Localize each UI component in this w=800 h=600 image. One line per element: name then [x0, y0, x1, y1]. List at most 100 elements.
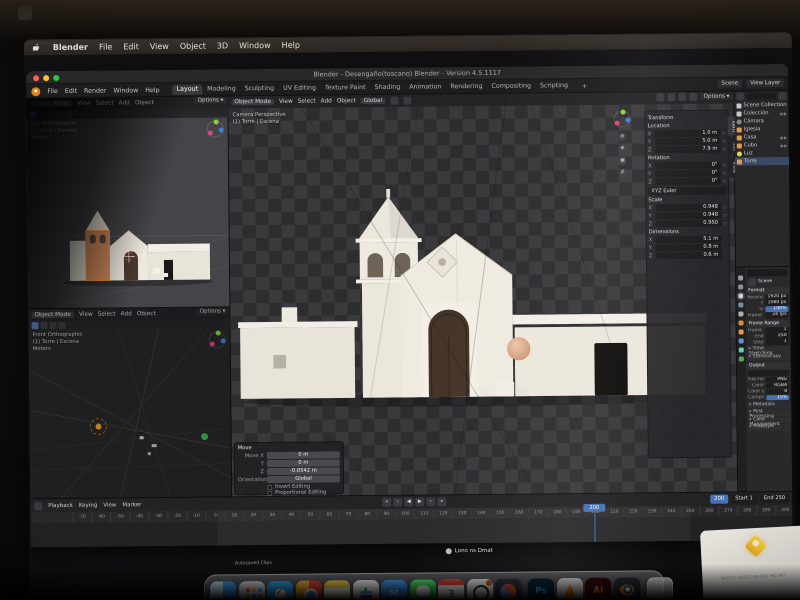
toggle-perspective-icon[interactable]: #	[618, 169, 627, 178]
workspace-tab[interactable]: Modeling	[203, 84, 240, 94]
lock-icon[interactable]: ○	[722, 131, 726, 136]
viewport-menu-view[interactable]: View	[77, 101, 91, 107]
proportional-editing-icon[interactable]	[403, 97, 411, 105]
topbar-menu-item[interactable]: Window	[113, 87, 138, 94]
location-field[interactable]: Y5.0 m○	[648, 138, 726, 146]
workspace-tab[interactable]: Layout	[173, 85, 203, 95]
mode-dropdown[interactable]: Object Mode	[29, 101, 72, 107]
viewport-menu-object[interactable]: Object	[337, 98, 356, 104]
dimension-field[interactable]: Y0.8 m○	[649, 244, 727, 252]
collapsed-section[interactable]: Post Processing	[747, 409, 790, 416]
menubar-item[interactable]: Help	[282, 41, 300, 50]
properties-tab-icon[interactable]	[738, 275, 743, 280]
outliner-editor[interactable]: Scene Collection Colección ◉◉	[734, 91, 790, 268]
clock-editor-icon[interactable]	[34, 502, 42, 510]
viewport-menu-select[interactable]: Select	[98, 311, 116, 317]
rotation-field[interactable]: Z0°○	[648, 178, 726, 186]
transform-panel-title[interactable]: Transform	[648, 115, 726, 122]
menubar-item[interactable]: Window	[239, 41, 271, 50]
output-path-field[interactable]	[748, 370, 789, 376]
dock-icon[interactable]	[295, 575, 321, 600]
apple-icon[interactable]	[33, 43, 42, 52]
properties-tab-icon[interactable]	[738, 311, 743, 316]
viewport-menu-add[interactable]: Add	[121, 311, 132, 317]
dock-icon[interactable]: 3	[438, 574, 464, 600]
dock-icon[interactable]	[466, 574, 492, 600]
menubar-item[interactable]: Edit	[123, 42, 139, 51]
dock-icon[interactable]	[556, 573, 582, 600]
property-row[interactable]: Color Depth8	[747, 388, 790, 394]
shading-rendered-icon[interactable]	[690, 93, 698, 101]
dock-icon[interactable]	[523, 574, 525, 600]
viewport-canvas[interactable]: Top Orthographic (1) Torre | Escena Mete…	[27, 117, 231, 309]
playback-control-button[interactable]: ▶	[415, 498, 424, 507]
snap-magnet-icon[interactable]	[390, 97, 398, 105]
topbar-menu-item[interactable]: File	[47, 88, 58, 95]
topbar-menu-item[interactable]: Render	[84, 87, 106, 94]
orientation-row[interactable]: Orientation Global	[238, 475, 340, 483]
lock-icon[interactable]: ○	[723, 221, 727, 226]
outliner-search-input[interactable]	[746, 93, 776, 99]
scale-field[interactable]: Z0.950○	[649, 220, 727, 228]
view-layer-selector[interactable]: View Layer	[746, 79, 784, 87]
workspace-tab[interactable]: Texture Paint	[321, 83, 370, 93]
rotation-mode-dropdown[interactable]: XYZ Euler	[648, 187, 726, 196]
dock-icon[interactable]	[267, 576, 293, 600]
operator-field[interactable]: Z-0.0542 m	[238, 467, 340, 475]
playback-control-button[interactable]: «	[382, 498, 391, 507]
playback-control-button[interactable]: »	[437, 497, 446, 506]
menubar-item[interactable]: File	[99, 42, 112, 51]
lock-icon[interactable]: ○	[722, 139, 726, 144]
viewport-menu-add[interactable]: Add	[119, 100, 130, 106]
lock-icon[interactable]: ○	[723, 163, 727, 168]
properties-tab-icon[interactable]	[739, 347, 744, 352]
move-tool-icon[interactable]	[47, 111, 54, 118]
view-menu[interactable]: View	[103, 502, 116, 508]
editor-type-icon[interactable]	[736, 92, 744, 100]
playback-control-button[interactable]: ◀	[404, 498, 413, 507]
workspace-tab[interactable]: Shading	[371, 83, 405, 93]
dimension-field[interactable]: X5.1 m○	[649, 236, 727, 244]
dock-icon[interactable]	[352, 575, 378, 600]
viewport-menu-select[interactable]: Select	[298, 99, 316, 105]
lock-icon[interactable]: ○	[722, 147, 726, 152]
workspace-tab[interactable]: UV Editing	[279, 83, 320, 93]
location-field[interactable]: Z7.9 m○	[648, 146, 726, 154]
properties-tab-icon[interactable]	[738, 293, 743, 298]
select-box-tool-icon[interactable]	[32, 322, 39, 329]
select-box-tool-icon[interactable]	[29, 111, 36, 118]
cursor-tool-icon[interactable]	[41, 322, 48, 329]
viewport-menu-view[interactable]: View	[279, 99, 293, 105]
workspace-tab[interactable]: Animation	[405, 82, 445, 92]
frame-end-field[interactable]: End 250	[760, 494, 790, 503]
dock-icon[interactable]	[642, 572, 644, 600]
visibility-toggles[interactable]: ◉◉	[780, 135, 787, 140]
filter-icon[interactable]	[778, 92, 786, 100]
viewport-canvas[interactable]: Front Orthographic (1) Torre | Escena Me…	[29, 328, 233, 499]
keying-menu[interactable]: Keying	[79, 502, 98, 508]
dock-icon[interactable]	[409, 574, 435, 600]
location-field[interactable]: X1.0 m○	[648, 130, 726, 138]
navigation-gizmo[interactable]	[209, 331, 226, 348]
options-dropdown[interactable]: Options ▾	[701, 94, 733, 100]
rotation-field[interactable]: Y0°○	[648, 170, 726, 178]
dock-icon[interactable]	[381, 575, 407, 600]
topbar-menu-item[interactable]: Edit	[65, 87, 77, 94]
menubar-item[interactable]: View	[150, 42, 169, 51]
workspace-tab[interactable]: Sculpting	[241, 84, 279, 94]
options-dropdown[interactable]: Options ▾	[197, 308, 229, 314]
playback-control-button[interactable]: ›	[426, 497, 435, 506]
dock-icon[interactable]	[324, 575, 350, 600]
properties-tab-icon[interactable]	[738, 284, 743, 289]
properties-tab-icon[interactable]	[739, 338, 744, 343]
dock-icon[interactable]	[210, 576, 236, 600]
operator-title[interactable]: Move	[238, 444, 340, 451]
operator-field[interactable]: Move X0 m	[238, 451, 340, 459]
mode-dropdown[interactable]: Object Mode	[31, 312, 74, 318]
dock-icon[interactable]	[238, 576, 264, 600]
proportional-editing-checkbox[interactable]: Proportional Editing	[267, 489, 340, 496]
blender-logo-icon[interactable]	[31, 87, 40, 96]
marker-menu[interactable]: Marker	[122, 502, 141, 508]
collapsed-section[interactable]: Time Stretching	[747, 346, 790, 353]
menubar-item[interactable]: Blender	[53, 43, 88, 52]
